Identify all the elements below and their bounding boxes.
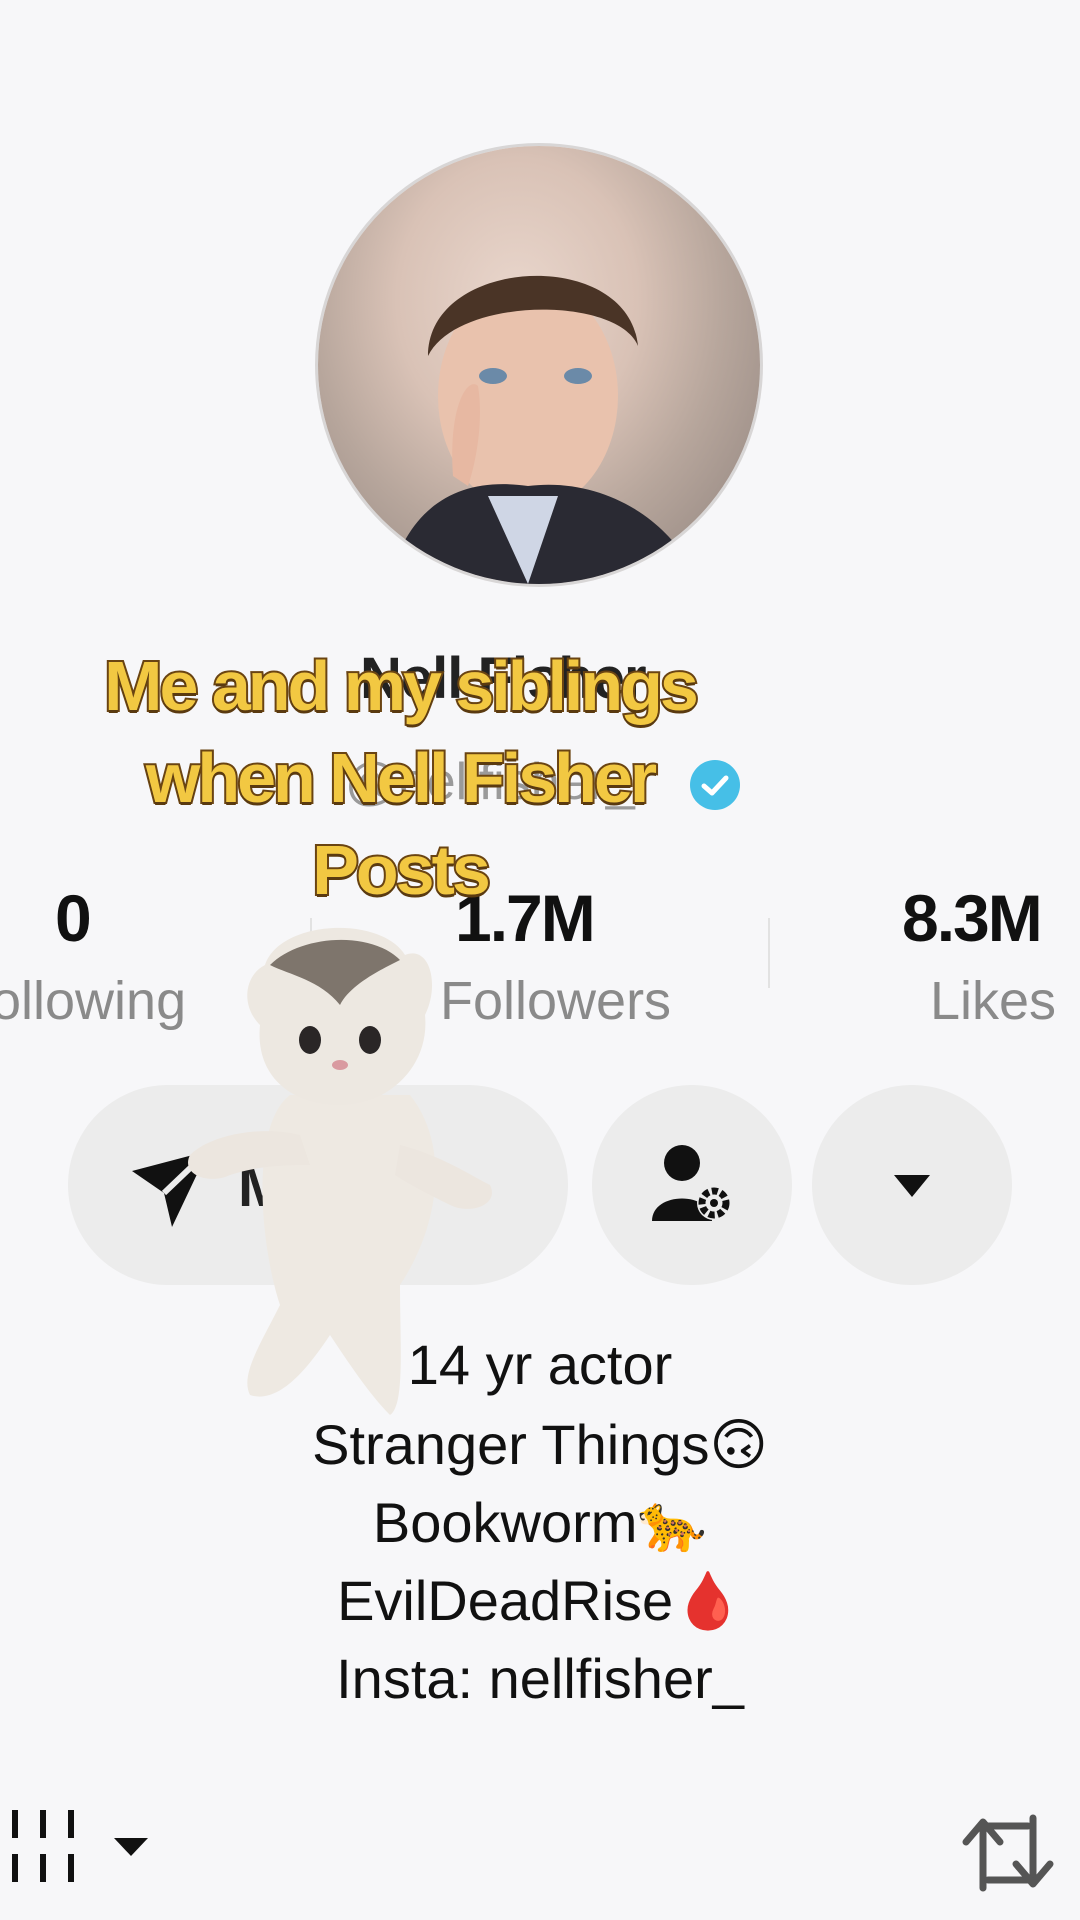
likes-label: Likes — [930, 971, 1057, 1031]
caption-line: Me and my siblings — [102, 645, 701, 727]
add-friend-button[interactable] — [592, 1085, 792, 1285]
bio-line: Bookworm🐆 — [0, 1490, 1080, 1556]
caption-line: when Nell Fisher — [144, 737, 659, 819]
leopard-icon: 🐆 — [637, 1491, 708, 1556]
repost-icon[interactable] — [958, 1808, 1058, 1903]
bio-line-text: Bookworm — [372, 1491, 638, 1554]
video-caption-overlay: Me and my siblings when Nell Fisher Post… — [40, 640, 760, 916]
stat-divider — [768, 918, 770, 988]
caret-down-icon — [894, 1175, 930, 1197]
cat-sticker — [170, 925, 550, 1425]
drop-of-blood-icon: 🩸 — [673, 1569, 743, 1634]
bio-line[interactable]: Insta: nellfisher_ — [0, 1646, 1080, 1711]
upside-down-face-icon: 🙃 — [709, 1413, 768, 1478]
caption-line: Posts — [310, 829, 493, 911]
following-label[interactable]: Following — [0, 970, 186, 1032]
more-dropdown-button[interactable] — [812, 1085, 1012, 1285]
grid-filter-icon[interactable] — [10, 1808, 150, 1893]
profile-avatar[interactable] — [318, 146, 760, 584]
likes-count: 8.3M — [902, 881, 1043, 955]
bio-line-text: EvilDeadRise — [337, 1569, 674, 1632]
person-gear-icon — [652, 1145, 731, 1221]
bio-line: EvilDeadRise🩸 — [0, 1568, 1080, 1634]
